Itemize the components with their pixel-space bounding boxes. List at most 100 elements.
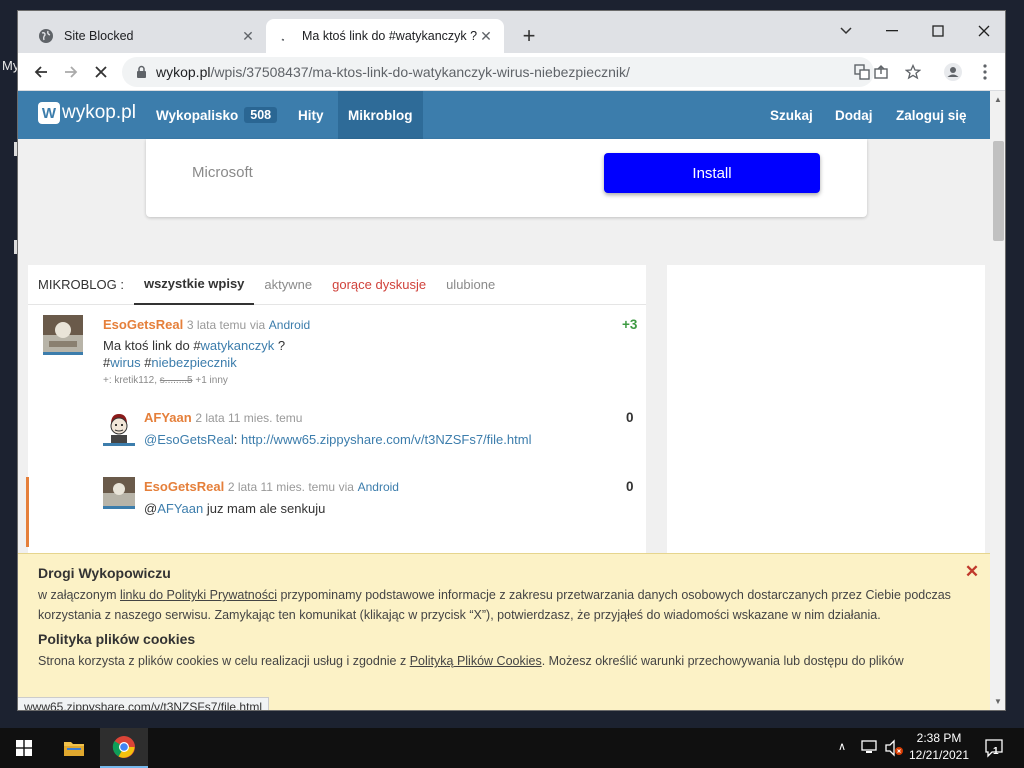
wykop-navbar: W wykop.pl Wykopalisko 508 Hity Mikroblo… (18, 91, 990, 139)
cookie-text: w załączonym linku do Polityki Prywatnoś… (38, 588, 951, 622)
comment-score[interactable]: 0 (626, 479, 634, 494)
clock-date: 12/21/2021 (908, 748, 970, 762)
mention-link[interactable]: AFYaan (157, 501, 203, 516)
tag-link[interactable]: niebezpiecznik (151, 355, 236, 370)
avatar[interactable] (103, 477, 135, 509)
nav-mikroblog[interactable]: Mikroblog (338, 91, 423, 139)
scroll-thumb[interactable] (993, 141, 1004, 241)
tab-hot-discussions[interactable]: gorące dyskusje (322, 277, 436, 292)
advertisement-card: Microsoft Install (146, 139, 867, 217)
tab-active[interactable]: Ma ktoś link do #watykanczyk ? ✕ (266, 19, 504, 53)
post-author[interactable]: EsoGetsReal (103, 317, 183, 332)
clock[interactable]: 2:38 PM 12/21/2021 (900, 730, 978, 764)
external-link[interactable]: http://www65.zippyshare.com/v/t3NZSFs7/f… (241, 432, 531, 447)
tab-title: Site Blocked (64, 29, 134, 43)
nav-szukaj[interactable]: Szukaj (770, 91, 813, 139)
back-button[interactable] (28, 59, 54, 85)
post-score[interactable]: +3 (622, 317, 637, 332)
scrollbar[interactable]: ▲ ▼ (990, 91, 1005, 710)
notification-count: 1 (993, 746, 999, 757)
url-domain: wykop.pl (156, 64, 211, 80)
file-explorer-icon[interactable] (50, 728, 98, 768)
address-bar[interactable]: wykop.pl/wpis/37508437/ma-ktos-link-do-w… (122, 57, 874, 87)
comment-client-link[interactable]: Android (358, 480, 399, 494)
post-via: via (249, 318, 266, 332)
comment-body: @AFYaan juz mam ale senkuju (144, 501, 326, 516)
stop-loading-button[interactable] (88, 59, 114, 85)
nav-hity[interactable]: Hity (298, 91, 324, 139)
cookie-policy-text: Strona korzysta z plików cookies w celu … (38, 654, 904, 668)
tray-chevron-icon[interactable]: ∧ (838, 740, 846, 753)
privacy-policy-link[interactable]: linku do Polityki Prywatności (120, 588, 277, 602)
comment-time[interactable]: 2 lata 11 mies. temu (195, 411, 302, 425)
tab-all-entries[interactable]: wszystkie wpisy (133, 265, 255, 305)
tab-search-icon[interactable] (828, 17, 864, 45)
menu-icon[interactable] (972, 59, 998, 85)
scroll-down-icon[interactable]: ▼ (994, 697, 1002, 706)
avatar[interactable] (103, 410, 135, 446)
post-time[interactable]: 3 lata temu (187, 318, 246, 332)
close-tab-icon[interactable]: ✕ (478, 28, 494, 44)
voter-link[interactable]: s........5 (160, 375, 193, 386)
plus-voters: +: kretik112, s........5 +1 inny (103, 375, 228, 386)
lock-icon[interactable] (136, 65, 147, 79)
browser-window: Site Blocked ✕ Ma ktoś link do #watykanc… (17, 10, 1006, 711)
share-icon[interactable] (868, 59, 894, 85)
start-button[interactable] (0, 728, 48, 768)
minimize-button[interactable] (874, 17, 910, 45)
nav-wykopalisko[interactable]: Wykopalisko 508 (156, 91, 278, 139)
cookie-notice: Drogi Wykopowiczu w załączonym linku do … (18, 553, 990, 710)
cookie-title: Drogi Wykopowiczu (38, 565, 171, 581)
tab-favorites[interactable]: ulubione (436, 277, 505, 292)
network-icon[interactable] (860, 739, 878, 755)
wykop-logo[interactable]: W wykop.pl (38, 102, 136, 124)
tab-strip: Site Blocked ✕ Ma ktoś link do #watykanc… (18, 11, 1005, 53)
post-body: Ma ktoś link do #watykanczyk ? #wirus #n… (103, 338, 286, 370)
maximize-button[interactable] (920, 17, 956, 45)
loading-icon (276, 28, 292, 44)
cookie-policy-title: Polityka plików cookies (38, 631, 196, 647)
nav-zaloguj[interactable]: Zaloguj się (896, 91, 967, 139)
tag-link[interactable]: watykanczyk (201, 338, 275, 353)
url-path: /wpis/37508437/ma-ktos-link-do-watykancz… (210, 64, 630, 80)
comment-header: EsoGetsReal 2 lata 11 mies. temu via And… (144, 479, 399, 494)
own-comment-marker (26, 477, 29, 547)
globe-icon (38, 28, 54, 44)
notifications-icon[interactable]: 1 (984, 738, 1004, 758)
tab-site-blocked[interactable]: Site Blocked ✕ (28, 19, 266, 53)
close-cookie-icon[interactable]: ✕ (964, 563, 980, 580)
tag-link[interactable]: wirus (110, 355, 140, 370)
profile-icon[interactable] (940, 59, 966, 85)
mention-link[interactable]: @EsoGetsReal (144, 432, 234, 447)
more-voters-link[interactable]: +1 inny (195, 375, 228, 386)
chrome-taskbar-icon[interactable] (100, 728, 148, 768)
forward-button[interactable] (58, 59, 84, 85)
clock-time: 2:38 PM (916, 731, 962, 745)
tab-title: Ma ktoś link do #watykanczyk ? (302, 29, 478, 43)
tab-active-entries[interactable]: aktywne (254, 277, 322, 292)
bookmark-star-icon[interactable] (900, 59, 926, 85)
comment-body: @EsoGetsReal: http://www65.zippyshare.co… (144, 432, 532, 447)
comment-header: AFYaan 2 lata 11 mies. temu (144, 410, 302, 425)
link-status-bubble: www65.zippyshare.com/v/t3NZSFs7/file.htm… (18, 697, 270, 710)
comment-author[interactable]: EsoGetsReal (144, 479, 224, 494)
mikroblog-tabs: MIKROBLOG : wszystkie wpisy aktywne gorą… (28, 265, 646, 305)
wykopalisko-count-badge: 508 (244, 107, 278, 123)
wykop-logo-icon: W (38, 102, 60, 124)
scroll-up-icon[interactable]: ▲ (994, 95, 1002, 104)
close-tab-icon[interactable]: ✕ (240, 28, 256, 44)
ad-brand-label: Microsoft (192, 164, 253, 181)
mikroblog-title: MIKROBLOG : (38, 277, 124, 292)
avatar[interactable] (43, 315, 83, 355)
new-tab-button[interactable]: + (518, 25, 540, 47)
comment-author[interactable]: AFYaan (144, 410, 192, 425)
taskbar: ∧ 2:38 PM 12/21/2021 1 (0, 728, 1024, 768)
post-client-link[interactable]: Android (269, 318, 310, 332)
comment-time[interactable]: 2 lata 11 mies. temu (228, 480, 335, 494)
install-button[interactable]: Install (604, 153, 820, 193)
cookie-policy-link[interactable]: Polityką Plików Cookies (410, 654, 542, 668)
post-header: EsoGetsReal 3 lata temu via Android (103, 317, 310, 332)
nav-dodaj[interactable]: Dodaj (835, 91, 873, 139)
comment-score[interactable]: 0 (626, 410, 634, 425)
close-window-button[interactable] (966, 17, 1002, 45)
